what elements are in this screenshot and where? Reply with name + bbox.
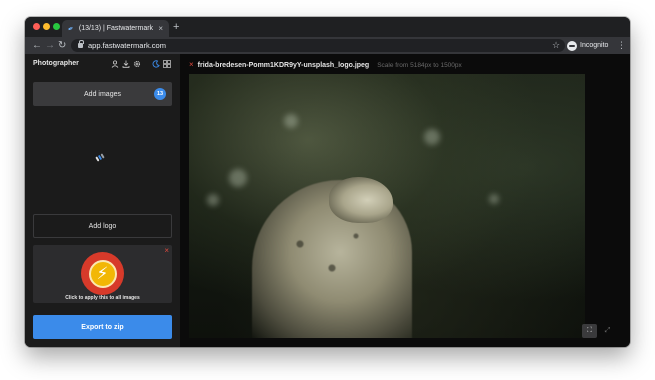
file-name: frida-bredesen-Pomm1KDR9yY-unsplash_logo… bbox=[197, 61, 370, 69]
remove-logo-icon[interactable]: × bbox=[164, 246, 169, 256]
browser-toolbar: ← → ↻ app.fastwatermark.com ☆ Incognito … bbox=[25, 37, 630, 54]
tab-strip: ✒ (13/13) | Fastwatermark × + bbox=[25, 17, 630, 37]
favicon-icon: ✒ bbox=[67, 24, 76, 34]
user-icon[interactable] bbox=[111, 60, 119, 71]
tab-title: (13/13) | Fastwatermark bbox=[78, 25, 154, 32]
logo-caption: Click to apply this to all images bbox=[65, 295, 140, 301]
browser-menu-icon[interactable]: ⋮ bbox=[617, 39, 626, 52]
incognito-label: Incognito bbox=[580, 42, 609, 49]
snow-leopard-head bbox=[329, 177, 393, 223]
grid-icon[interactable] bbox=[163, 60, 171, 71]
tab-fastwatermark[interactable]: ✒ (13/13) | Fastwatermark × bbox=[62, 20, 169, 37]
download-icon[interactable] bbox=[122, 60, 130, 71]
address-bar[interactable]: app.fastwatermark.com bbox=[71, 39, 565, 52]
gear-icon[interactable] bbox=[133, 60, 141, 71]
loading-spinner-icon bbox=[95, 153, 105, 162]
bokeh-light bbox=[424, 129, 440, 145]
export-to-zip-button[interactable]: Export to zip bbox=[33, 315, 172, 339]
maximize-window-button[interactable] bbox=[53, 23, 60, 30]
minimize-window-button[interactable] bbox=[43, 23, 50, 30]
bokeh-light bbox=[207, 194, 219, 206]
preview-controls: ⛶ ⤢ bbox=[582, 324, 615, 338]
sidebar-header: Photographer bbox=[33, 60, 173, 72]
fullscreen-icon[interactable]: ⤢ bbox=[600, 324, 615, 338]
add-images-label: Add images bbox=[84, 90, 121, 98]
scale-info: Scale from 5184px to 1500px bbox=[377, 61, 462, 69]
bokeh-light bbox=[229, 169, 247, 187]
add-logo-label: Add logo bbox=[88, 222, 117, 230]
logo-preview-card[interactable]: × ⚡ Click to apply this to all images bbox=[33, 245, 172, 303]
bokeh-light bbox=[284, 114, 298, 128]
image-count-badge: 13 bbox=[154, 88, 166, 100]
logo-inner-circle: ⚡ bbox=[88, 259, 117, 288]
url-text: app.fastwatermark.com bbox=[88, 41, 166, 50]
bookmark-star-icon[interactable]: ☆ bbox=[552, 39, 560, 52]
incognito-icon bbox=[567, 40, 577, 51]
export-label: Export to zip bbox=[81, 323, 124, 331]
app-content: Photographer Add images 13 Add logo × ⚡ … bbox=[25, 54, 630, 347]
brand-title: Photographer bbox=[33, 60, 79, 67]
forward-button[interactable]: → bbox=[45, 39, 55, 52]
lightning-bolt-icon: ⚡ bbox=[96, 264, 109, 283]
close-window-button[interactable] bbox=[33, 23, 40, 30]
new-tab-button[interactable]: + bbox=[173, 20, 179, 34]
bokeh-light bbox=[489, 194, 499, 204]
preview-area: × frida-bredesen-Pomm1KDR9yY-unsplash_lo… bbox=[180, 54, 630, 347]
add-images-button[interactable]: Add images 13 bbox=[33, 82, 172, 106]
lock-icon bbox=[78, 40, 84, 48]
remove-image-icon[interactable]: × bbox=[189, 60, 194, 70]
incognito-indicator[interactable]: Incognito bbox=[567, 39, 608, 52]
image-preview[interactable] bbox=[189, 74, 585, 338]
sidebar: Photographer Add images 13 Add logo × ⚡ … bbox=[25, 54, 180, 347]
add-logo-button[interactable]: Add logo bbox=[33, 214, 172, 238]
back-button[interactable]: ← bbox=[32, 39, 42, 52]
file-header: × frida-bredesen-Pomm1KDR9yY-unsplash_lo… bbox=[189, 59, 462, 71]
browser-window: ✒ (13/13) | Fastwatermark × + ← → ↻ app.… bbox=[25, 17, 630, 347]
fit-screen-icon[interactable]: ⛶ bbox=[582, 324, 597, 338]
tab-close-icon[interactable]: × bbox=[158, 24, 163, 33]
moon-icon[interactable] bbox=[152, 60, 160, 71]
reload-button[interactable]: ↻ bbox=[58, 39, 66, 52]
logo-image[interactable]: ⚡ bbox=[81, 252, 124, 295]
